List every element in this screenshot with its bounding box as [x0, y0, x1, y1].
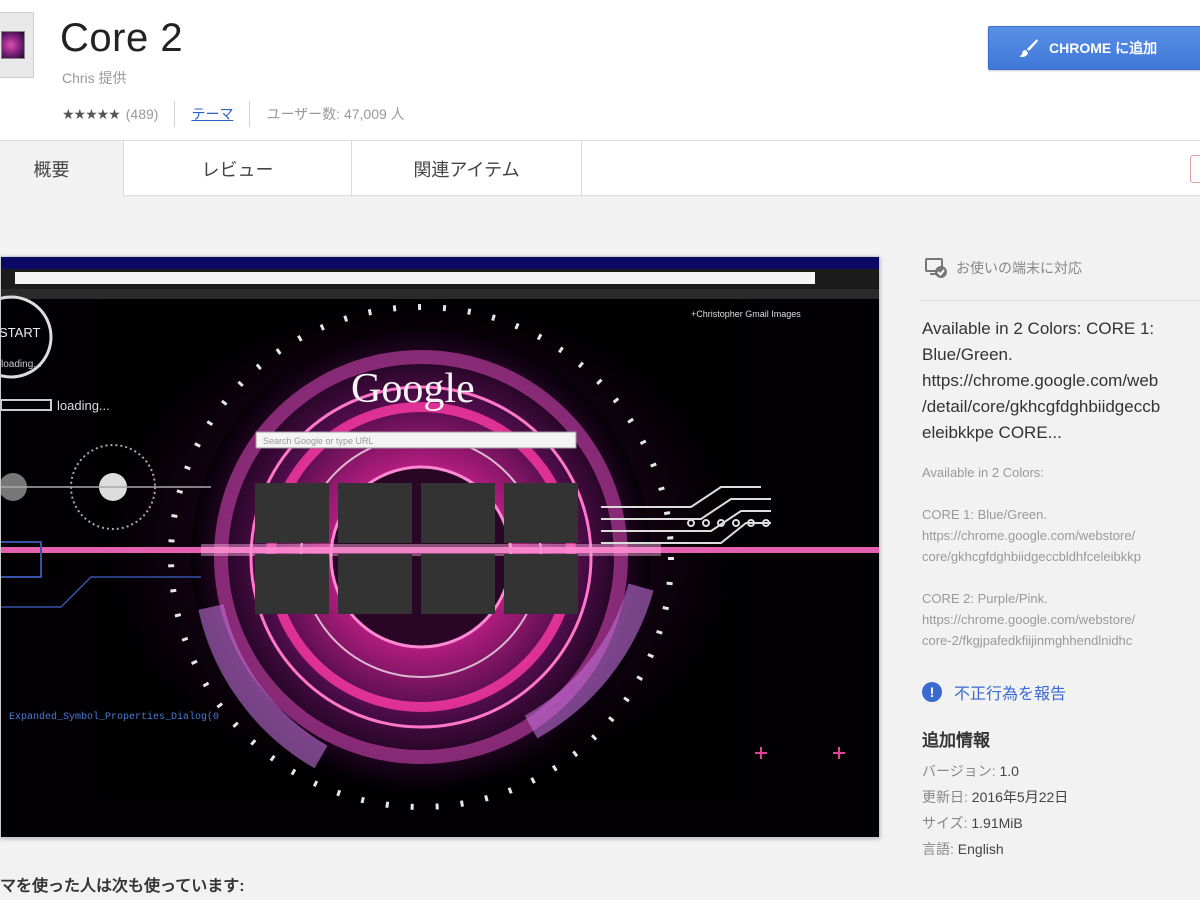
item-header: Core 2 Chris 提供 ★★★★★ (489) テーマ ユーザー数: 4… — [0, 0, 1200, 140]
divider — [249, 101, 251, 127]
add-to-chrome-button[interactable]: CHROME に追加 — [988, 26, 1200, 70]
compat-label: お使いの端末に対応 — [956, 260, 1082, 276]
item-title: Core 2 — [60, 16, 184, 60]
tab-reviews[interactable]: レビュー — [124, 141, 352, 197]
info-updated: 更新日: 2016年5月22日 — [922, 789, 1069, 805]
alert-icon: ! — [922, 682, 942, 702]
theme-screenshot[interactable]: START loading... loading... Expanded_Sym… — [0, 256, 880, 838]
tab-overview[interactable]: 概要 — [0, 141, 124, 198]
divider — [920, 300, 1200, 301]
description-detail: Available in 2 Colors: CORE 1: Blue/Gree… — [922, 465, 1141, 648]
info-version: バージョン: 1.0 — [922, 763, 1019, 779]
divider — [174, 101, 176, 127]
category-link[interactable]: テーマ — [191, 104, 233, 124]
google-logo: Google — [351, 366, 475, 412]
user-links: +Christopher Gmail Images — [691, 309, 801, 319]
info-language: 言語: English — [922, 841, 1004, 857]
google-plus-button[interactable] — [1190, 155, 1200, 183]
report-abuse-link[interactable]: ! 不正行為を報告 — [922, 680, 1066, 704]
item-meta: ★★★★★ (489) テーマ ユーザー数: 47,009 人 — [62, 100, 405, 128]
tab-bar: 概要 レビュー 関連アイテム — [0, 140, 1200, 198]
item-provider: Chris 提供 — [62, 70, 127, 86]
description-summary: Available in 2 Colors: CORE 1: Blue/Gree… — [922, 319, 1161, 442]
add-to-chrome-label: CHROME に追加 — [1049, 40, 1158, 56]
rating-count[interactable]: (489) — [126, 106, 159, 122]
rating-stars-icon[interactable]: ★★★★★ — [62, 106, 121, 123]
additional-info-list: バージョン: 1.0 更新日: 2016年5月22日 サイズ: 1.91MiB … — [922, 758, 1068, 862]
device-compat-icon — [925, 258, 947, 278]
user-count: ユーザー数: 47,009 人 — [266, 106, 405, 122]
app-icon — [0, 12, 34, 78]
device-compatibility: お使いの端末に対応 — [924, 256, 1082, 280]
hud-code-line: Expanded_Symbol_Properties_Dialog(0 — [9, 711, 219, 723]
hud-start-text: START — [1, 325, 40, 340]
brush-icon — [1019, 39, 1038, 57]
hud-loading-small: loading... — [1, 359, 42, 370]
info-size: サイズ: 1.91MiB — [922, 815, 1023, 831]
hud-loading-label: loading... — [57, 398, 110, 413]
also-used-heading: マを使った人は次も使っています: — [0, 878, 245, 895]
search-placeholder: Search Google or type URL — [263, 436, 374, 446]
additional-info-title: 追加情報 — [922, 731, 990, 750]
tab-related-items[interactable]: 関連アイテム — [352, 141, 582, 197]
report-abuse-label: 不正行為を報告 — [954, 686, 1067, 703]
